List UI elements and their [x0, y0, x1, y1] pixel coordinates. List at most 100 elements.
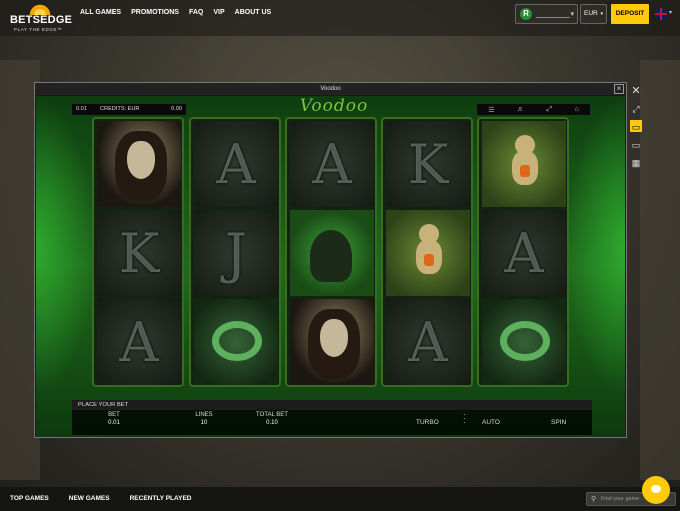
reel-cell	[482, 121, 566, 207]
chat-icon[interactable]	[642, 476, 670, 504]
uk-flag-icon[interactable]	[655, 8, 667, 20]
more-options-icon[interactable]: · · ·	[463, 411, 466, 427]
reel-cell	[290, 299, 374, 385]
card-symbol: A	[482, 210, 566, 296]
slot-game: 0.01 CREDITS: EUR 0.00 Voodoo ☰ ♬ ⤢ ⌂ K …	[36, 96, 625, 437]
reel-1: K A	[92, 117, 184, 387]
reel-cell: J	[194, 210, 278, 296]
reel-cell: A	[290, 121, 374, 207]
deposit-button[interactable]: DEPOSIT	[611, 4, 649, 24]
desktop-icon[interactable]: ▭	[630, 120, 642, 132]
reel-cell: A	[482, 210, 566, 296]
voodoo-doll-symbol	[386, 210, 470, 296]
reel-cell	[97, 121, 181, 207]
home-icon[interactable]: ⌂	[575, 106, 579, 113]
close-icon[interactable]: ✕	[630, 84, 642, 97]
reel-cell	[386, 210, 470, 296]
snake-symbol	[194, 299, 278, 385]
nav-all-games[interactable]: ALL GAMES	[80, 9, 121, 16]
chevron-down-icon: ▾	[600, 11, 604, 17]
bet-stat[interactable]: BET 0.01	[94, 412, 134, 426]
background-pillar-right	[640, 60, 680, 480]
bet-value: 0.01	[108, 420, 120, 426]
card-symbol: A	[97, 299, 181, 385]
reel-4: K A	[381, 117, 473, 387]
card-symbol: J	[194, 210, 278, 296]
credits-value: 0.00	[171, 106, 182, 112]
search-icon: ⚲	[591, 496, 597, 503]
turbo-button[interactable]: TURBO	[416, 419, 439, 426]
site-header: BETSEDGE PLAY THE EDGE™ ALL GAMES PROMOT…	[0, 0, 680, 36]
credits-label: CREDITS: EUR	[100, 106, 140, 112]
lines-stat[interactable]: LINES 10	[184, 412, 224, 426]
game-window-title-text: Voodoo	[320, 86, 341, 92]
reel-cell	[482, 299, 566, 385]
total-bet-stat: TOTAL BET 0.10	[244, 412, 300, 426]
right-glow	[565, 96, 625, 396]
voodoo-woman-symbol	[290, 299, 374, 385]
logo-tagline: PLAY THE EDGE™	[14, 27, 63, 32]
reel-grid: K A A J A K A A	[92, 117, 570, 387]
reel-3: A	[285, 117, 377, 387]
game-window: Voodoo × 0.01 CREDITS: EUR 0.00 Voodoo ☰…	[34, 82, 627, 438]
monitor-icon[interactable]: ▭	[630, 138, 642, 150]
wallet-selector[interactable]: R ▾	[515, 4, 578, 24]
chevron-down-icon: ▾	[570, 11, 574, 18]
reel-cell: K	[386, 121, 470, 207]
brand-logo[interactable]: BETSEDGE PLAY THE EDGE™	[10, 3, 72, 33]
bet-panel: PLACE YOUR BET BET 0.01 LINES 10 TOTAL B…	[72, 400, 592, 435]
reel-2: A J	[189, 117, 281, 387]
expand-icon[interactable]: ⤢	[630, 102, 642, 114]
game-window-title: Voodoo ×	[35, 83, 626, 95]
grid-icon[interactable]: ▦	[630, 156, 642, 168]
credits-bar: 0.01 CREDITS: EUR 0.00	[72, 104, 186, 115]
background-wall	[200, 36, 480, 86]
nav-promotions[interactable]: PROMOTIONS	[131, 9, 179, 16]
chevron-down-icon[interactable]: ▾	[669, 9, 672, 16]
footer-nav: TOP GAMES NEW GAMES RECENTLY PLAYED	[10, 495, 191, 502]
currency-selector[interactable]: EUR ▾	[580, 4, 607, 24]
footer-recently-played[interactable]: RECENTLY PLAYED	[130, 495, 192, 502]
auto-button[interactable]: AUTO	[482, 419, 500, 426]
total-bet-label: TOTAL BET	[256, 412, 288, 418]
reel-cell: K	[97, 210, 181, 296]
lines-label: LINES	[195, 412, 213, 418]
game-logo: Voodoo	[299, 96, 369, 116]
card-symbol: A	[290, 121, 374, 207]
close-icon[interactable]: ×	[614, 84, 624, 94]
voodoo-doll-symbol	[482, 121, 566, 207]
site-footer: TOP GAMES NEW GAMES RECENTLY PLAYED ⚲ Fi…	[0, 487, 680, 511]
side-controls: ✕ ⤢ ▭ ▭ ▦	[630, 84, 646, 174]
menu-icon[interactable]: ☰	[488, 106, 494, 114]
wallet-balance-line	[536, 17, 570, 18]
currency-label: EUR	[584, 10, 598, 17]
footer-top-games[interactable]: TOP GAMES	[10, 495, 49, 502]
bet-label: BET	[108, 412, 120, 418]
card-symbol: A	[386, 299, 470, 385]
nav-about-us[interactable]: ABOUT US	[235, 9, 272, 16]
credits-value-1: 0.01	[76, 106, 87, 112]
footer-new-games[interactable]: NEW GAMES	[69, 495, 110, 502]
card-symbol: A	[194, 121, 278, 207]
card-symbol: K	[386, 121, 470, 207]
logo-text: BETSEDGE	[10, 14, 73, 26]
reel-cell	[290, 210, 374, 296]
game-controls: ☰ ♬ ⤢ ⌂	[477, 104, 590, 115]
place-bet-label: PLACE YOUR BET	[72, 400, 592, 410]
left-glow	[36, 96, 96, 396]
reel-cell	[194, 299, 278, 385]
lines-value: 10	[200, 420, 208, 426]
nav-vip[interactable]: VIP	[213, 9, 224, 16]
snake-symbol	[482, 299, 566, 385]
wallet-badge: R	[520, 8, 532, 20]
total-bet-value: 0.10	[266, 420, 278, 426]
spin-button[interactable]: SPIN	[551, 419, 566, 426]
reel-cell: A	[97, 299, 181, 385]
card-symbol: K	[97, 210, 181, 296]
nav-faq[interactable]: FAQ	[189, 9, 203, 16]
fullscreen-icon[interactable]: ⤢	[546, 106, 552, 114]
reel-cell: A	[386, 299, 470, 385]
raven-symbol	[290, 210, 374, 296]
sound-icon[interactable]: ♬	[517, 106, 524, 113]
main-nav: ALL GAMES PROMOTIONS FAQ VIP ABOUT US	[80, 9, 271, 16]
